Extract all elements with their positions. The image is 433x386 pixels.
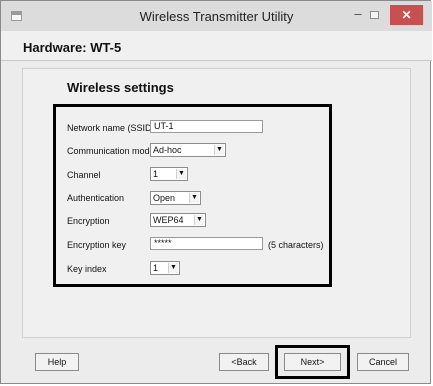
encryption-label: Encryption: [67, 216, 110, 226]
chevron-down-icon: ▼: [176, 169, 186, 179]
window-title: Wireless Transmitter Utility: [139, 9, 294, 24]
chevron-down-icon: ▼: [189, 193, 199, 203]
minimize-button[interactable]: –: [349, 7, 367, 22]
next-highlight-frame: [275, 345, 350, 379]
encryption-key-label: Encryption key: [67, 240, 127, 250]
key-index-label: Key index: [67, 264, 107, 274]
utility-window: Wireless Transmitter Utility – ✕ Hardwar…: [0, 0, 432, 384]
network-name-label: Network name (SSID): [67, 123, 155, 133]
channel-select[interactable]: 1 ▼: [150, 167, 188, 181]
authentication-value: Open: [153, 193, 176, 203]
key-index-value: 1: [153, 263, 159, 273]
encryption-key-input[interactable]: *****: [150, 237, 263, 250]
chevron-down-icon: ▼: [194, 215, 204, 225]
close-button[interactable]: ✕: [390, 5, 423, 25]
communication-mode-select[interactable]: Ad-hoc ▼: [150, 143, 226, 157]
communication-mode-value: Ad-hoc: [153, 145, 182, 155]
chevron-down-icon: ▼: [168, 263, 178, 273]
cancel-button[interactable]: Cancel: [357, 353, 409, 371]
hardware-header: Hardware: WT-5: [1, 31, 432, 61]
section-title: Wireless settings: [67, 80, 174, 95]
channel-value: 1: [153, 169, 159, 179]
key-index-select[interactable]: 1 ▼: [150, 261, 180, 275]
encryption-value: WEP64: [153, 215, 184, 225]
channel-label: Channel: [67, 170, 101, 180]
title-bar: Wireless Transmitter Utility – ✕: [1, 1, 432, 31]
maximize-button[interactable]: [370, 11, 379, 19]
chevron-down-icon: ▼: [214, 145, 224, 155]
network-name-input[interactable]: UT-1: [150, 120, 263, 133]
encryption-key-hint: (5 characters): [268, 240, 324, 250]
authentication-select[interactable]: Open ▼: [150, 191, 201, 205]
encryption-select[interactable]: WEP64 ▼: [150, 213, 206, 227]
authentication-label: Authentication: [67, 193, 125, 203]
hardware-label: Hardware: WT-5: [23, 40, 122, 55]
back-button[interactable]: <Back: [219, 353, 269, 371]
help-button[interactable]: Help: [35, 353, 79, 371]
communication-mode-label: Communication mode: [67, 146, 155, 156]
